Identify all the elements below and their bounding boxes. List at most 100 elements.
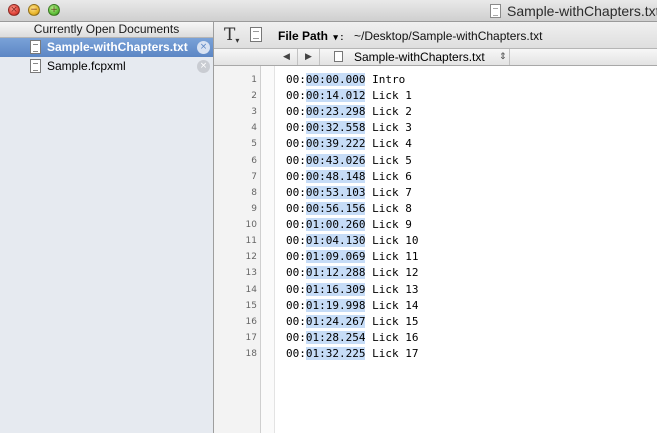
line-number: 2	[251, 91, 257, 101]
line-number: 17	[245, 333, 257, 343]
window-close-button[interactable]: ×	[8, 4, 20, 16]
close-document-icon[interactable]: ×	[197, 60, 210, 73]
selected-text: 01:32.225	[305, 347, 366, 360]
chapter-title: Lick 10	[365, 234, 419, 247]
text-editor[interactable]: 1 2 3 4 5 6 7 8 9 10 11 12 13 14 15 16 17 18 00:00:00.000…	[214, 66, 657, 433]
timestamp-hours: 00:	[286, 331, 306, 344]
selected-text: 00:56.156	[305, 202, 366, 215]
code-line[interactable]: 00:01:32.225 Lick 17	[286, 346, 418, 362]
line-number: 14	[245, 285, 257, 295]
fold-gutter	[261, 66, 275, 433]
timestamp-hours: 00:	[286, 73, 306, 86]
zoom-glyph-icon: +	[50, 5, 58, 15]
selected-text: 01:19.998	[305, 299, 366, 312]
chapter-title: Lick 8	[365, 202, 412, 215]
title-bar: × − + Sample-withChapters.txt	[0, 0, 657, 22]
timestamp-hours: 00:	[286, 299, 306, 312]
code-line[interactable]: 00:01:28.254 Lick 16	[286, 330, 418, 346]
selected-text: 00:43.026	[305, 154, 366, 167]
line-number: 12	[245, 252, 257, 262]
chapter-title: Lick 2	[365, 105, 412, 118]
forward-button[interactable]: ▶	[298, 49, 320, 65]
line-number: 4	[251, 123, 257, 133]
timestamp-hours: 00:	[286, 186, 306, 199]
chapter-title: Lick 9	[365, 218, 412, 231]
code-line[interactable]: 00:00:53.103 Lick 7	[286, 185, 412, 201]
open-documents-sidebar: Currently Open Documents Sample-withChap…	[0, 22, 214, 433]
code-line[interactable]: 00:00:14.012 Lick 1	[286, 88, 412, 104]
close-document-icon[interactable]: ×	[197, 41, 210, 54]
chapter-title: Lick 5	[365, 154, 412, 167]
selected-text: 01:09.069	[305, 250, 366, 263]
chapter-title: Lick 3	[365, 121, 412, 134]
file-path-popup[interactable]: File Path ▾ :	[278, 29, 343, 43]
timestamp-hours: 00:	[286, 266, 306, 279]
line-number: 1	[251, 75, 257, 85]
code-line[interactable]: 00:00:56.156 Lick 8	[286, 201, 412, 217]
window-minimize-button[interactable]: −	[28, 4, 40, 16]
chapter-title: Lick 16	[365, 331, 419, 344]
line-number: 5	[251, 139, 257, 149]
xml-file-icon	[30, 59, 41, 73]
chapter-title: Lick 1	[365, 89, 412, 102]
code-line[interactable]: 00:00:39.222 Lick 4	[286, 136, 412, 152]
line-number: 11	[245, 236, 257, 246]
chapter-title: Lick 7	[365, 186, 412, 199]
code-line[interactable]: 00:01:09.069 Lick 11	[286, 249, 418, 265]
text-format-icon: T	[224, 25, 236, 45]
chapter-title: Lick 13	[365, 283, 419, 296]
document-icon	[334, 51, 343, 62]
window-zoom-button[interactable]: +	[48, 4, 60, 16]
code-line[interactable]: 00:01:24.267 Lick 15	[286, 314, 418, 330]
code-line[interactable]: 00:01:16.309 Lick 13	[286, 282, 418, 298]
document-info-icon[interactable]	[250, 27, 262, 42]
timestamp-hours: 00:	[286, 137, 306, 150]
code-line[interactable]: 00:00:43.026 Lick 5	[286, 153, 412, 169]
navigation-bar: ◀ ▶ Sample-withChapters.txt ⇕	[214, 49, 657, 66]
line-number: 9	[251, 204, 257, 214]
close-glyph-icon: ×	[10, 5, 18, 15]
selected-text: 00:53.103	[305, 186, 366, 199]
selected-text: 00:23.298	[305, 105, 366, 118]
sidebar-item-sample-withchapters[interactable]: Sample-withChapters.txt ×	[0, 38, 213, 57]
file-path-chevron-icon: ▾ :	[333, 32, 344, 42]
window-title-text: Sample-withChapters.txt	[507, 3, 657, 19]
line-number: 3	[251, 107, 257, 117]
file-jump-popup[interactable]: Sample-withChapters.txt ⇕	[320, 49, 510, 65]
file-path-value: ~/Desktop/Sample-withChapters.txt	[354, 29, 543, 43]
line-number: 16	[245, 317, 257, 327]
timestamp-hours: 00:	[286, 121, 306, 134]
selected-text: 01:00.260	[305, 218, 366, 231]
code-line[interactable]: 00:01:04.130 Lick 10	[286, 233, 418, 249]
timestamp-hours: 00:	[286, 250, 306, 263]
chapter-title: Lick 14	[365, 299, 419, 312]
code-line[interactable]: 00:00:32.558 Lick 3	[286, 120, 412, 136]
code-line[interactable]: 00:00:23.298 Lick 2	[286, 104, 412, 120]
sidebar-item-label: Sample-withChapters.txt	[47, 40, 188, 54]
popup-arrows-icon: ⇕	[499, 52, 507, 62]
code-line[interactable]: 00:01:00.260 Lick 9	[286, 217, 412, 233]
chapter-title: Intro	[365, 73, 406, 86]
line-number: 10	[245, 220, 257, 230]
chapter-title: Lick 4	[365, 137, 412, 150]
selected-text: 00:48.148	[305, 170, 366, 183]
timestamp-hours: 00:	[286, 347, 306, 360]
selected-text: 00:32.558	[305, 121, 366, 134]
file-path-label: File Path	[278, 29, 329, 43]
timestamp-hours: 00:	[286, 218, 306, 231]
code-line[interactable]: 00:01:19.998 Lick 14	[286, 298, 418, 314]
timestamp-hours: 00:	[286, 154, 306, 167]
timestamp-hours: 00:	[286, 202, 306, 215]
sidebar-item-sample-fcpxml[interactable]: Sample.fcpxml ×	[0, 57, 213, 76]
back-button[interactable]: ◀	[276, 49, 298, 65]
text-format-button[interactable]: T▾	[224, 25, 239, 45]
timestamp-hours: 00:	[286, 89, 306, 102]
code-line[interactable]: 00:01:12.288 Lick 12	[286, 265, 418, 281]
code-line[interactable]: 00:00:00.000 Intro	[286, 72, 405, 88]
code-line[interactable]: 00:00:48.148 Lick 6	[286, 169, 412, 185]
window-title: Sample-withChapters.txt	[490, 2, 657, 20]
selected-text: 01:04.130	[305, 234, 366, 247]
chevron-down-icon: ▾	[235, 36, 240, 45]
app-window: × − + Sample-withChapters.txt Currently …	[0, 0, 657, 433]
sidebar-item-label: Sample.fcpxml	[47, 59, 126, 73]
